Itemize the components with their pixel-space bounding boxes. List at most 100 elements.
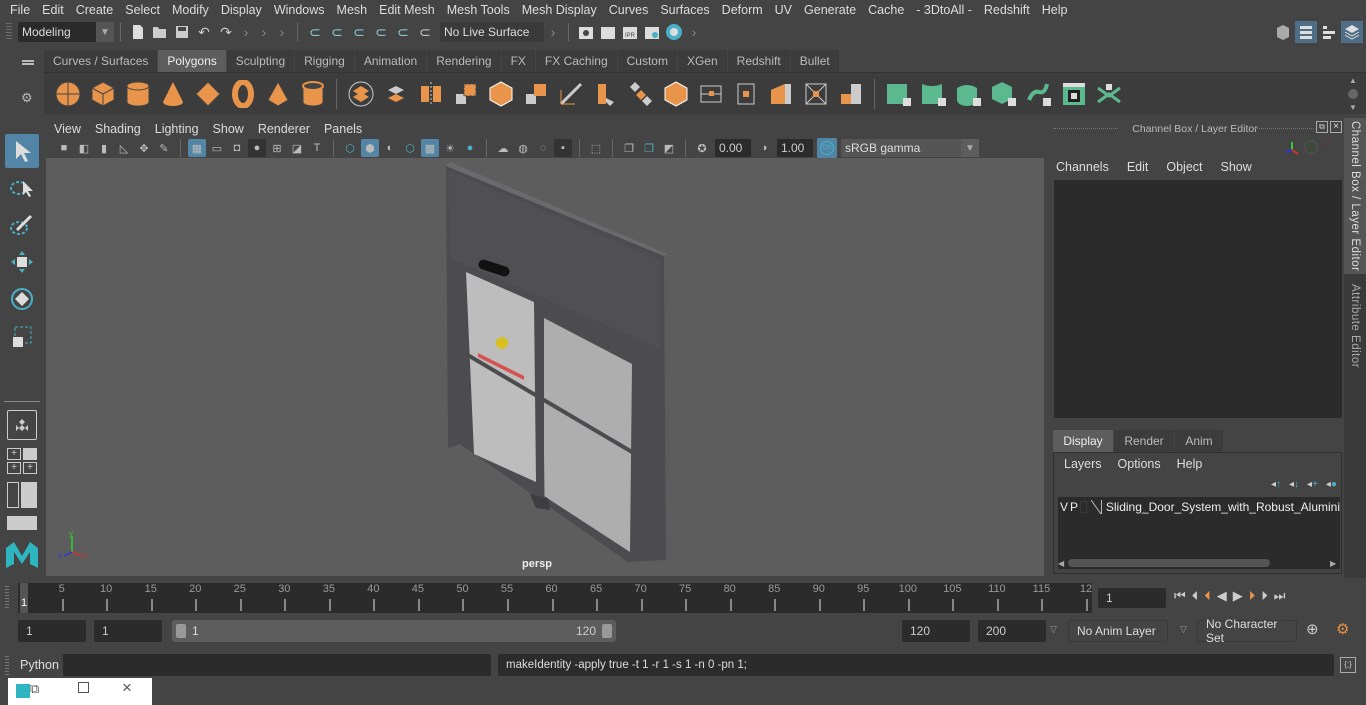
shelf-tab-bullet[interactable]: Bullet <box>790 50 839 72</box>
multi-cut-icon[interactable] <box>556 79 586 109</box>
move-layer-up-icon[interactable]: ◂↑ <box>1271 479 1281 490</box>
exposure-icon[interactable]: ✪ <box>693 139 711 157</box>
maximize-icon[interactable] <box>78 682 89 693</box>
snap-curve-icon[interactable]: ⊂ <box>327 22 347 42</box>
collapse-chevron-icon[interactable]: › <box>548 23 558 41</box>
safe-action-icon[interactable]: ◪ <box>288 139 306 157</box>
shelf-scroll-thumb[interactable] <box>1348 88 1358 99</box>
render-view-icon[interactable] <box>576 22 596 42</box>
layer-name[interactable]: Sliding_Door_System_with_Robust_Alumini <box>1106 500 1340 514</box>
tab-anim[interactable]: Anim <box>1175 430 1223 452</box>
camera-attributes-icon[interactable]: ◧ <box>75 139 93 157</box>
tab-display[interactable]: Display <box>1053 430 1113 452</box>
shelf-tab-custom[interactable]: Custom <box>617 50 677 72</box>
menu-generate[interactable]: Generate <box>798 0 862 20</box>
screen-space-ao-icon[interactable]: ☁ <box>494 139 512 157</box>
poly-torus-icon[interactable] <box>228 79 258 109</box>
playback-toggle[interactable]: P <box>1070 500 1078 514</box>
go-to-start-icon[interactable]: ⏮ <box>1174 588 1186 604</box>
remesh-icon[interactable] <box>521 79 551 109</box>
new-scene-icon[interactable] <box>128 22 148 42</box>
render-settings-icon[interactable] <box>642 22 662 42</box>
use-all-lights-icon[interactable]: ☀ <box>441 139 459 157</box>
start-time-field[interactable]: 1 <box>18 620 86 642</box>
ipr-render-icon[interactable]: IPR <box>620 22 640 42</box>
script-editor-icon[interactable]: {;} <box>1340 657 1356 673</box>
save-scene-icon[interactable] <box>172 22 192 42</box>
outliner-persp-layout[interactable] <box>7 482 37 508</box>
grease-pencil-icon[interactable]: ✥ <box>135 139 153 157</box>
playback-start-field[interactable]: 1 <box>94 620 162 642</box>
spherical-uv-icon[interactable] <box>954 79 984 109</box>
combine-icon[interactable] <box>346 79 376 109</box>
mirror-icon[interactable] <box>416 79 446 109</box>
object-menu[interactable]: Object <box>1166 160 1202 174</box>
collapse-chevron-icon[interactable]: › <box>259 23 269 41</box>
tab-channel-box-layer-editor[interactable]: Channel Box / Layer Editor <box>1344 118 1366 274</box>
poly-cone-icon[interactable] <box>158 79 188 109</box>
range-bar[interactable]: 1 120 <box>172 620 616 642</box>
visibility-toggle[interactable]: V <box>1060 500 1068 514</box>
auto-key-icon[interactable]: ⊕ <box>1306 620 1319 638</box>
poly-cube-icon[interactable] <box>88 79 118 109</box>
snap-live-icon[interactable]: ⊂ <box>393 22 413 42</box>
options-menu[interactable]: Options <box>1118 457 1161 471</box>
timeline-ruler[interactable]: 1 5 10 15 20 25 30 35 40 45 50 55 60 65 70 75 80 85 90 95 1… <box>18 583 1092 613</box>
attribute-editor-toggle-icon[interactable] <box>1295 21 1317 43</box>
snap-point-icon[interactable]: ⊂ <box>349 22 369 42</box>
poly-cylinder-icon[interactable] <box>123 79 153 109</box>
command-input[interactable] <box>63 654 491 676</box>
merge-icon[interactable] <box>836 79 866 109</box>
menu-modify[interactable]: Modify <box>166 0 215 20</box>
collapse-chevron-icon[interactable]: › <box>241 23 251 41</box>
character-set-select[interactable]: No Character Set <box>1197 617 1297 645</box>
collapse-chevron-icon[interactable]: › <box>277 23 287 41</box>
show-menu[interactable]: Show <box>1221 160 1252 174</box>
drag-handle[interactable] <box>5 586 9 610</box>
select-camera-icon[interactable]: ■ <box>55 139 73 157</box>
single-view-layout[interactable] <box>7 410 37 440</box>
planar-uv-icon[interactable] <box>884 79 914 109</box>
menu-mesh[interactable]: Mesh <box>331 0 374 20</box>
undo-icon[interactable]: ↶ <box>194 22 214 42</box>
shelf-tab-animation[interactable]: Animation <box>354 50 427 72</box>
step-forward-frame-icon[interactable]: ⏵ <box>1261 588 1268 604</box>
menu-3dtoall[interactable]: - 3DtoAll - <box>910 0 978 20</box>
automatic-uv-icon[interactable] <box>989 79 1019 109</box>
collapse-chevron-icon[interactable]: › <box>689 23 699 41</box>
channels-menu[interactable]: Channels <box>1056 160 1109 174</box>
menu-mesh-tools[interactable]: Mesh Tools <box>441 0 516 20</box>
help-menu[interactable]: Help <box>1177 457 1203 471</box>
gate-mask-icon[interactable]: ● <box>248 139 266 157</box>
shelf-menu-icon[interactable] <box>22 60 34 62</box>
persp-graph-layout[interactable] <box>7 516 37 530</box>
current-frame-field[interactable]: 1 <box>1098 588 1166 608</box>
edit-menu[interactable]: Edit <box>1127 160 1149 174</box>
menu-deform[interactable]: Deform <box>716 0 769 20</box>
fill-hole-icon[interactable] <box>766 79 796 109</box>
tool-settings-toggle-icon[interactable] <box>1319 22 1339 42</box>
menu-edit[interactable]: Edit <box>36 0 70 20</box>
textured-icon[interactable]: ▩ <box>421 139 439 157</box>
poly-pyramid-icon[interactable] <box>263 79 293 109</box>
modeling-toolkit-icon[interactable] <box>1273 22 1293 42</box>
chevron-down-icon[interactable]: ▽ <box>1180 624 1187 635</box>
paint-select-tool[interactable] <box>5 208 39 242</box>
lasso-tool[interactable] <box>5 171 39 205</box>
menu-create[interactable]: Create <box>70 0 120 20</box>
chevron-down-icon[interactable]: ▽ <box>1050 624 1057 635</box>
drag-handle[interactable] <box>6 23 12 41</box>
viewport-menu-show[interactable]: Show <box>213 122 252 136</box>
new-layer-from-selected-icon[interactable]: ◂● <box>1326 479 1337 490</box>
workspace-select[interactable]: Modeling ▼ <box>18 22 114 42</box>
channel-box-toggle-icon[interactable] <box>1341 21 1363 43</box>
shelf-tab-curves-surfaces[interactable]: Curves / Surfaces <box>44 50 158 72</box>
close-icon[interactable]: × <box>122 678 132 698</box>
shelf-tab-xgen[interactable]: XGen <box>677 50 727 72</box>
shelf-settings-gear-icon[interactable]: ⚙ <box>21 90 33 106</box>
gamma-icon[interactable]: ◑ <box>755 139 773 157</box>
menu-help[interactable]: Help <box>1036 0 1074 20</box>
unfold-uv-icon[interactable] <box>1024 79 1054 109</box>
animation-preferences-icon[interactable]: ⚙ <box>1336 620 1349 638</box>
insert-edge-loop-icon[interactable] <box>696 79 726 109</box>
